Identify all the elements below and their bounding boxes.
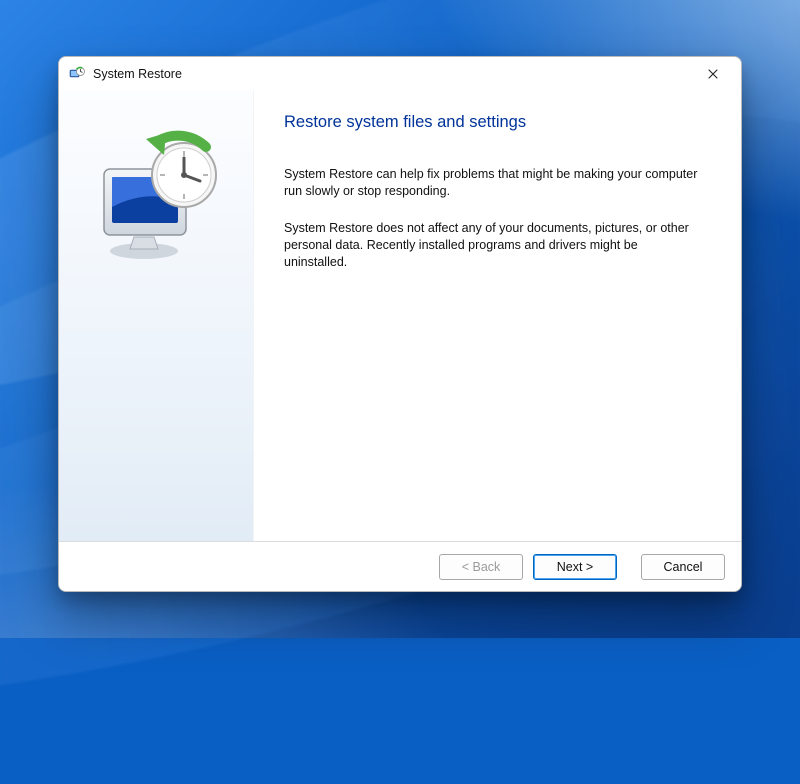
restore-illustration	[86, 129, 226, 269]
dialog-content: Restore system files and settings System…	[59, 91, 741, 541]
wizard-sidepanel	[59, 91, 254, 541]
wizard-footer: < Back Next > Cancel	[59, 541, 741, 591]
system-restore-dialog: System Restore	[58, 56, 742, 592]
window-title: System Restore	[93, 67, 182, 81]
close-icon	[708, 69, 718, 79]
description-paragraph-1: System Restore can help fix problems tha…	[284, 166, 703, 200]
cancel-button[interactable]: Cancel	[641, 554, 725, 580]
wizard-main: Restore system files and settings System…	[254, 91, 741, 541]
page-heading: Restore system files and settings	[284, 113, 703, 132]
titlebar[interactable]: System Restore	[59, 57, 741, 91]
description-paragraph-2: System Restore does not affect any of yo…	[284, 220, 703, 271]
close-button[interactable]	[691, 60, 735, 88]
next-button[interactable]: Next >	[533, 554, 617, 580]
back-button[interactable]: < Back	[439, 554, 523, 580]
system-restore-icon	[69, 66, 85, 82]
